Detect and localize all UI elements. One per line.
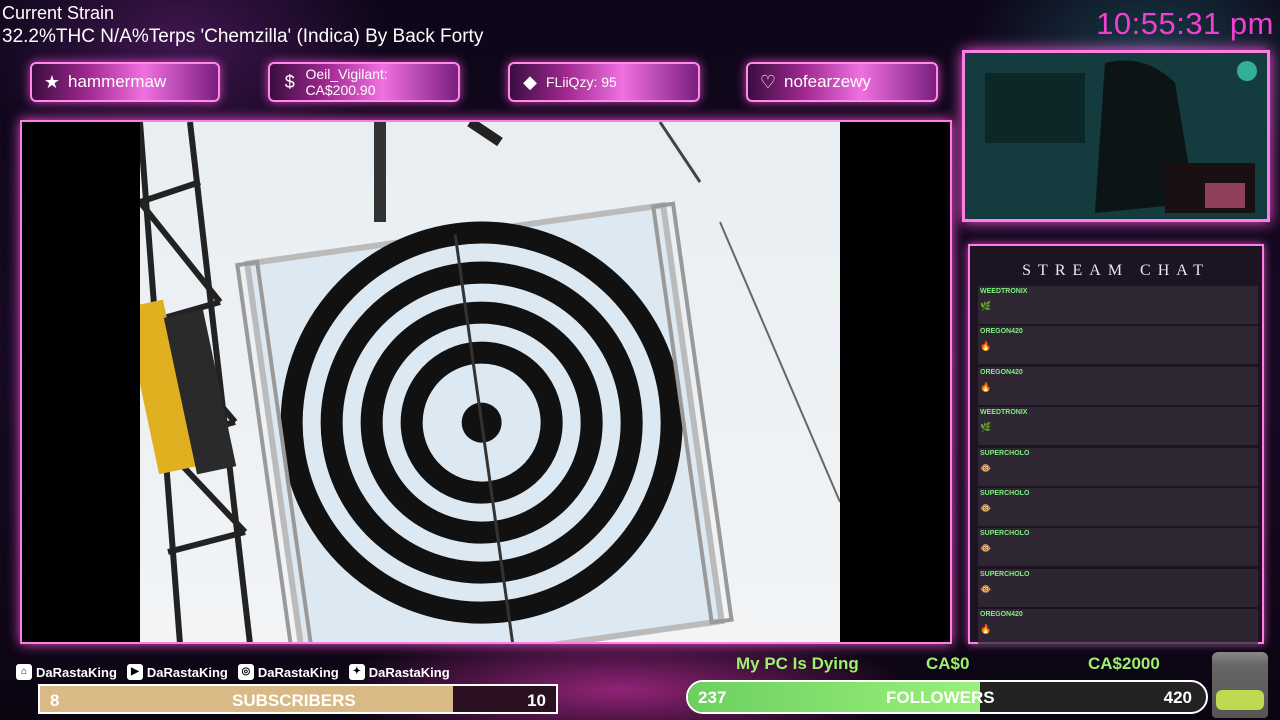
follower-current: 237 [698,688,727,707]
emote-icon: 🐵 [980,583,992,594]
youtube-handle[interactable]: DaRastaKing [147,665,228,680]
emote-icon: 🔥 [980,381,992,392]
video-content [140,122,840,642]
chat-username: SUPERCHOLO [980,489,1030,497]
subscriber-label: SUBSCRIBERS [232,691,356,710]
follower-label: FOLLOWERS [886,688,995,707]
follower-goal-bar: 237 FOLLOWERS 420 [686,680,1208,714]
subscriber-goal: 10 [527,691,546,710]
youtube-icon: ▶ [126,664,143,680]
chat-message: SUPERCHOLO 🐵 [978,528,1258,567]
chat-message: WEEDTRONIX 🌿 [978,407,1258,446]
bud-icon [1216,690,1264,710]
chat-message: OREGON420 🔥 [978,609,1258,648]
chat-title: STREAM CHAT [1022,262,1210,279]
chat-message: SUPERCHOLO 🐵 [978,487,1258,526]
alert-follower: ★ hammermaw [30,62,220,102]
chat-username: SUPERCHOLO [980,570,1030,578]
emote-icon: 🐵 [980,502,992,513]
donation-current: CA$0 [926,654,970,673]
target-scene-illustration [140,122,840,642]
diamond-icon: ◆ [523,71,537,92]
instagram-icon: ◎ [237,664,254,680]
chat-username: OREGON420 [980,368,1023,376]
subscriber-current: 8 [50,691,60,710]
chat-username: SUPERCHOLO [980,530,1030,538]
emote-icon: 🌿 [980,422,992,433]
emote-icon: 🔥 [980,341,992,352]
twitch-handle[interactable]: DaRastaKing [36,665,117,680]
emote-icon: 🐵 [980,543,992,554]
alert-text: FLiiQzy: 95 [546,74,617,90]
emote-icon: 🌿 [980,301,992,311]
instagram-handle[interactable]: DaRastaKing [258,665,339,680]
emote-icon: 🔥 [980,624,992,635]
follower-goal: 420 [1163,688,1192,707]
chat-username: SUPERCHOLO [980,449,1030,457]
jar-icon [1212,652,1268,718]
chat-message: OREGON420 🔥 [978,366,1258,405]
alert-text: Oeil_Vigilant: CA$200.90 [305,66,388,98]
main-video-frame [20,120,952,644]
donation-goal-title: My PC Is Dying [736,654,859,673]
chat-username: OREGON420 [980,328,1023,336]
chat-username: WEEDTRONIX [980,288,1028,295]
clock: 10:55:31 pm [1096,6,1274,41]
alert-donation: $ Oeil_Vigilant: CA$200.90 [268,62,460,102]
chat-message: OREGON420 🔥 [978,326,1258,365]
stream-chat-panel: STREAM CHAT WEEDTRONIX 🌿 OREGON420 🔥 OREGO… [968,244,1264,648]
alert-bits: ◆ FLiiQzy: 95 [508,62,700,102]
subscriber-goal-bar: 8 SUBSCRIBERS 10 [38,684,558,714]
alert-subscriber: ♡ nofearzewy [746,62,938,102]
chat-list: WEEDTRONIX 🌿 OREGON420 🔥 OREGON420 🔥 WEEDTR… [978,286,1258,650]
webcam-frame [962,50,1270,222]
social-links: ⌂ DaRastaKing ▶ DaRastaKing ◎ DaRastaKing ✦… [16,664,460,680]
webcam-illustration [965,53,1267,219]
alert-text: hammermaw [68,72,167,91]
alert-text: nofearzewy [784,72,871,91]
twitter-handle[interactable]: DaRastaKing [369,665,450,680]
twitter-icon: ✦ [348,664,365,680]
chat-message: SUPERCHOLO 🐵 [978,447,1258,486]
dollar-icon: $ [284,71,295,92]
emote-icon: 🐵 [980,462,992,473]
chat-message: WEEDTRONIX 🌿 [978,286,1258,324]
chat-username: WEEDTRONIX [980,409,1028,417]
donation-goal: CA$2000 [1088,654,1160,673]
strain-info: 32.2%THC N/A%Terps 'Chemzilla' (Indica) … [2,26,484,47]
current-strain-title: Current Strain [2,3,115,23]
chat-message: SUPERCHOLO 🐵 [978,568,1258,607]
heart-icon: ♡ [759,71,777,92]
star-icon: ★ [43,71,61,92]
chat-username: OREGON420 [980,611,1023,619]
twitch-icon: ⌂ [16,664,32,680]
